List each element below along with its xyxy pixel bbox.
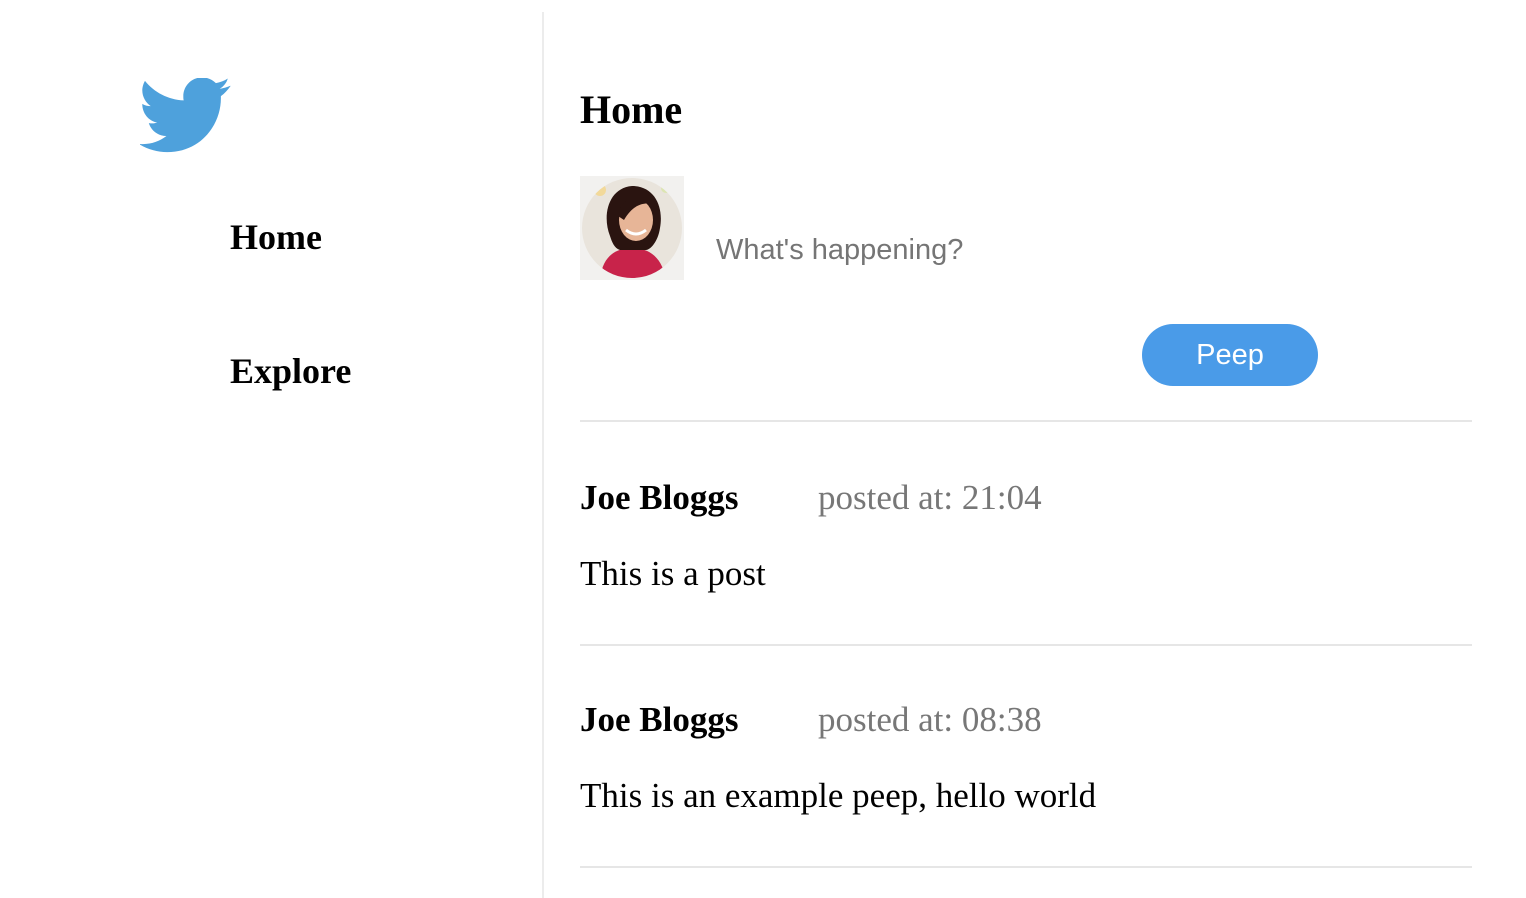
post-body: This is an example peep, hello world bbox=[580, 776, 1097, 815]
post-timestamp: posted at: 21:04 bbox=[818, 478, 1042, 517]
peep-button[interactable]: Peep bbox=[1142, 324, 1318, 386]
divider bbox=[580, 866, 1472, 868]
app-root: Home Explore Home What's happening? Peep… bbox=[0, 0, 1526, 898]
post-author[interactable]: Joe Bloggs bbox=[580, 702, 738, 737]
user-avatar bbox=[580, 176, 684, 280]
divider bbox=[580, 644, 1472, 646]
post-body: This is a post bbox=[580, 554, 766, 593]
nav-home[interactable]: Home bbox=[230, 219, 322, 255]
page-title: Home bbox=[580, 87, 683, 132]
sidebar: Home Explore bbox=[0, 0, 542, 898]
divider bbox=[580, 420, 1472, 422]
sidebar-divider bbox=[542, 12, 544, 898]
compose-input[interactable] bbox=[716, 224, 1276, 276]
twitter-bird-icon[interactable] bbox=[138, 77, 232, 158]
post-item: Joe Bloggs posted at: 21:04 This is a po… bbox=[580, 476, 1472, 656]
nav-explore[interactable]: Explore bbox=[230, 353, 351, 389]
main-feed: Home Peep bbox=[580, 0, 1472, 898]
post-timestamp: posted at: 08:38 bbox=[818, 700, 1042, 739]
post-item: Joe Bloggs posted at: 08:38 This is an e… bbox=[580, 698, 1472, 878]
post-author[interactable]: Joe Bloggs bbox=[580, 480, 738, 515]
